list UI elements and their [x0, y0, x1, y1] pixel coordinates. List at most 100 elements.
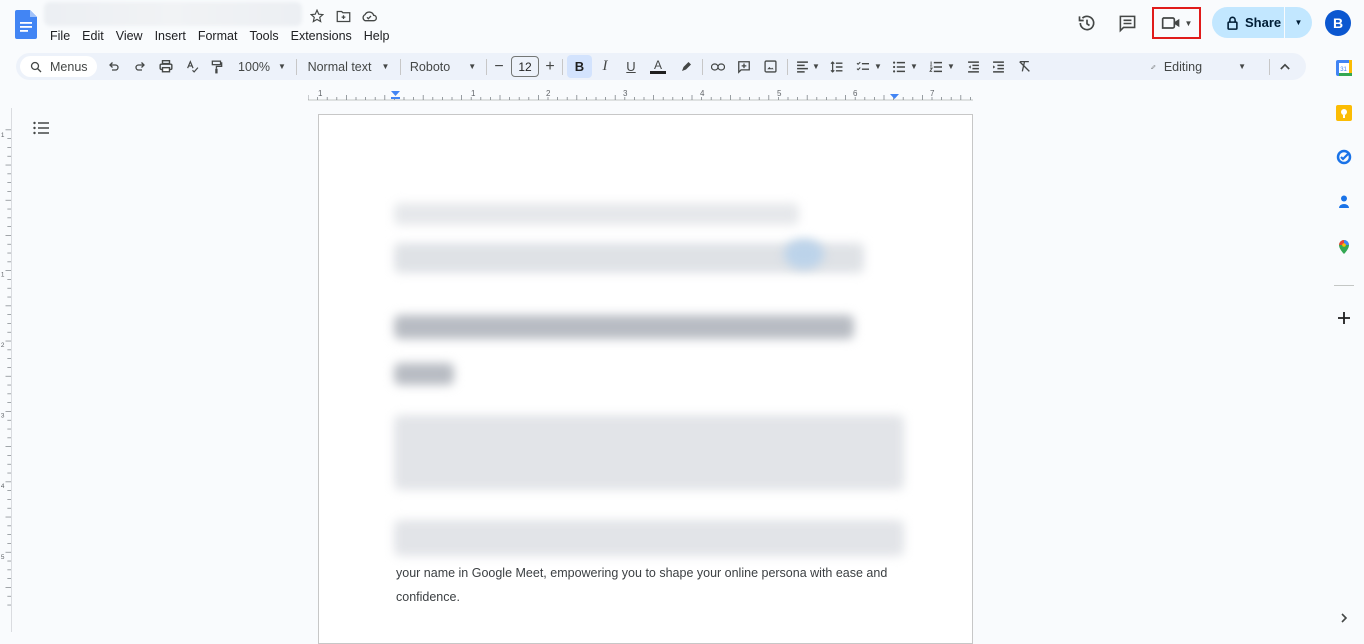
link-icon [711, 62, 725, 71]
ruler-ticks: 1 1 2 3 4 5 [1, 129, 11, 606]
divider [1334, 285, 1354, 286]
menu-help[interactable]: Help [358, 28, 396, 44]
document-text-line[interactable]: confidence. [396, 589, 460, 605]
increase-indent-button[interactable] [990, 53, 1006, 80]
spelling-button[interactable] [184, 53, 200, 80]
font-value: Roboto [409, 59, 451, 74]
bold-button[interactable]: B [567, 55, 592, 78]
vertical-ruler[interactable]: 1 1 2 3 4 5 [0, 108, 12, 632]
left-indent-marker[interactable] [391, 91, 400, 96]
chevron-right-icon[interactable] [1336, 610, 1352, 626]
tasks-icon[interactable] [1336, 149, 1352, 165]
keep-icon[interactable] [1336, 105, 1352, 121]
hide-menus-button[interactable] [1276, 53, 1294, 80]
undo-button[interactable] [106, 53, 122, 80]
search-menus-button[interactable]: Menus [20, 56, 97, 77]
search-icon [30, 61, 42, 72]
ruler-label: 4 [700, 89, 705, 98]
contacts-icon[interactable] [1336, 194, 1352, 210]
divider [1269, 59, 1270, 75]
calendar-icon[interactable]: 31 [1336, 60, 1352, 76]
divider [702, 59, 703, 75]
first-line-indent-marker[interactable] [391, 97, 400, 99]
insert-image-button[interactable] [762, 53, 778, 80]
zoom-select[interactable]: 100% ▼ [236, 53, 288, 80]
ruler-label: 6 [853, 89, 858, 98]
italic-button[interactable]: I [597, 53, 613, 80]
decrease-indent-button[interactable] [965, 53, 981, 80]
right-indent-marker[interactable] [890, 94, 899, 99]
numbered-list-icon [929, 61, 943, 72]
print-icon [159, 60, 173, 73]
maps-icon[interactable] [1336, 239, 1352, 255]
redo-button[interactable] [132, 53, 148, 80]
divider [486, 59, 487, 75]
avatar[interactable]: B [1325, 10, 1351, 36]
menu-tools[interactable]: Tools [243, 28, 284, 44]
horizontal-ruler[interactable]: 1 1 2 3 4 5 6 7 [308, 88, 973, 103]
align-left-icon [797, 60, 808, 73]
menu-extensions[interactable]: Extensions [285, 28, 358, 44]
bulleted-list-button[interactable]: ▼ [890, 53, 920, 80]
blurred-paragraph [394, 520, 904, 556]
chevron-down-icon: ▼ [812, 62, 820, 71]
underline-button[interactable]: U [623, 53, 639, 80]
move-to-folder-icon[interactable] [335, 8, 351, 24]
document-outline-icon[interactable] [33, 121, 49, 135]
divider [787, 59, 788, 75]
menu-format[interactable]: Format [192, 28, 244, 44]
cloud-saved-icon[interactable] [361, 8, 377, 24]
google-docs-logo[interactable] [15, 10, 37, 39]
print-button[interactable] [157, 53, 175, 80]
text-color-button[interactable]: A [649, 53, 667, 80]
add-comment-button[interactable] [736, 53, 752, 80]
document-text-line[interactable]: your name in Google Meet, empowering you… [396, 565, 887, 581]
divider [400, 59, 401, 75]
align-button[interactable]: ▼ [794, 53, 822, 80]
insert-link-button[interactable] [710, 53, 726, 80]
menu-file[interactable]: File [44, 28, 76, 44]
document-page[interactable]: your name in Google Meet, empowering you… [318, 114, 973, 644]
history-icon [1078, 15, 1095, 31]
chevron-down-icon: ▼ [1184, 18, 1193, 28]
increase-indent-icon [992, 60, 1004, 73]
top-bar: File Edit View Insert Format Tools Exten… [0, 0, 1364, 48]
checklist-button[interactable]: ▼ [854, 53, 884, 80]
share-button[interactable]: Share ▼ [1212, 7, 1312, 38]
ruler-label: 5 [1, 554, 5, 561]
menu-insert[interactable]: Insert [149, 28, 192, 44]
add-comment-icon [738, 60, 750, 74]
clear-formatting-button[interactable] [1016, 53, 1032, 80]
version-history-button[interactable] [1076, 12, 1098, 34]
pencil-icon [1151, 64, 1156, 69]
document-title[interactable] [44, 2, 302, 26]
increase-font-size-button[interactable]: + [543, 53, 557, 80]
numbered-list-button[interactable]: ▼ [927, 53, 957, 80]
menu-view[interactable]: View [110, 28, 149, 44]
editing-mode-select[interactable]: Editing ▼ [1151, 53, 1246, 80]
ruler-label: 3 [1, 413, 5, 420]
highlighter-icon [682, 61, 691, 71]
share-dropdown-button[interactable]: ▼ [1285, 18, 1312, 27]
decrease-font-size-button[interactable]: − [492, 53, 506, 80]
undo-icon [109, 61, 119, 71]
paint-format-button[interactable] [209, 53, 225, 80]
line-spacing-button[interactable] [829, 53, 845, 80]
add-icon[interactable] [1336, 310, 1352, 326]
style-select[interactable]: Normal text ▼ [306, 53, 391, 80]
blurred-paragraph [394, 415, 904, 490]
meet-button[interactable]: ▼ [1152, 7, 1201, 39]
divider [562, 59, 563, 75]
chevron-down-icon: ▼ [947, 62, 955, 71]
comments-button[interactable] [1116, 12, 1138, 34]
font-size-input[interactable]: 12 [511, 56, 539, 77]
ruler-label: 3 [623, 89, 628, 98]
search-menus-label: Menus [50, 59, 88, 74]
line-spacing-icon [830, 60, 843, 73]
ruler-label: 1 [1, 272, 5, 279]
menu-edit[interactable]: Edit [76, 28, 110, 44]
star-icon[interactable] [309, 8, 325, 24]
highlight-color-button[interactable] [678, 53, 694, 80]
font-select[interactable]: Roboto ▼ [410, 53, 476, 80]
paint-format-icon [211, 60, 223, 73]
